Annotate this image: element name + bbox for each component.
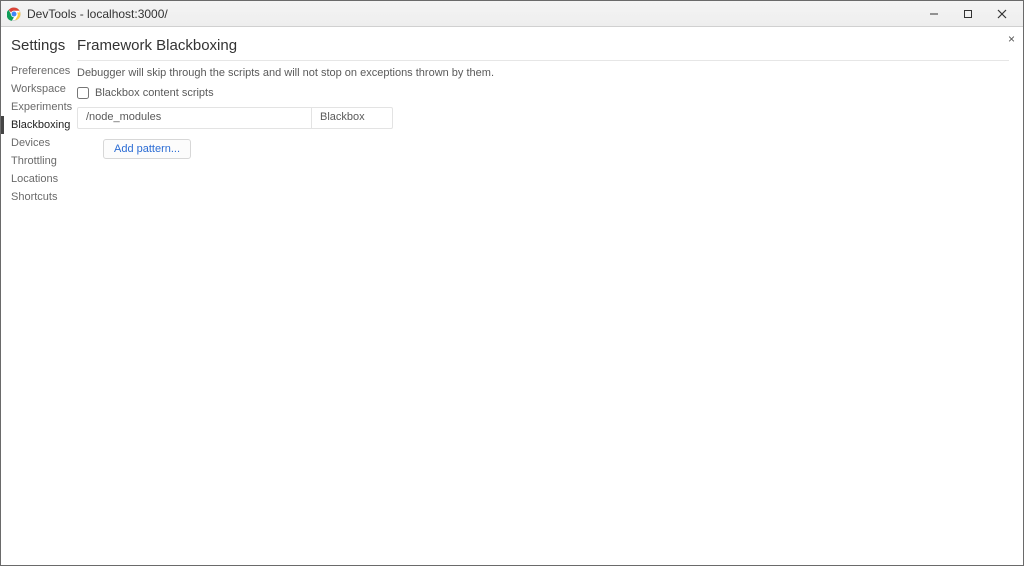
sidebar-item-shortcuts[interactable]: Shortcuts — [11, 188, 61, 206]
blackbox-content-scripts-checkbox[interactable] — [77, 87, 89, 99]
settings-main: Framework Blackboxing Debugger will skip… — [61, 27, 1023, 565]
window-title: DevTools - localhost:3000/ — [27, 7, 168, 21]
settings-panel: × Settings Preferences Workspace Experim… — [1, 27, 1023, 565]
sidebar-item-blackboxing[interactable]: Blackboxing — [11, 116, 61, 134]
settings-header: Settings — [11, 37, 61, 54]
add-pattern-button[interactable]: Add pattern... — [103, 139, 191, 159]
minimize-button[interactable] — [917, 3, 951, 25]
blackbox-content-scripts-row[interactable]: Blackbox content scripts — [77, 87, 1013, 99]
close-window-button[interactable] — [985, 3, 1019, 25]
blackbox-content-scripts-label: Blackbox content scripts — [95, 87, 214, 99]
divider — [77, 60, 1009, 61]
blackbox-pattern-table: /node_modules Blackbox — [77, 107, 393, 129]
sidebar-item-throttling[interactable]: Throttling — [11, 152, 61, 170]
titlebar: DevTools - localhost:3000/ — [1, 1, 1023, 27]
maximize-button[interactable] — [951, 3, 985, 25]
behavior-cell[interactable]: Blackbox — [312, 108, 392, 128]
description-text: Debugger will skip through the scripts a… — [77, 67, 1013, 79]
close-settings-button[interactable]: × — [1008, 33, 1015, 45]
sidebar-item-locations[interactable]: Locations — [11, 170, 61, 188]
pattern-cell[interactable]: /node_modules — [78, 108, 312, 128]
sidebar-item-experiments[interactable]: Experiments — [11, 98, 61, 116]
sidebar-item-workspace[interactable]: Workspace — [11, 80, 61, 98]
page-title: Framework Blackboxing — [77, 37, 1013, 60]
chrome-icon — [7, 7, 21, 21]
sidebar-item-preferences[interactable]: Preferences — [11, 62, 61, 80]
devtools-window: DevTools - localhost:3000/ × Settings Pr… — [0, 0, 1024, 566]
settings-sidebar: Settings Preferences Workspace Experimen… — [1, 27, 61, 565]
sidebar-item-devices[interactable]: Devices — [11, 134, 61, 152]
settings-nav: Preferences Workspace Experiments Blackb… — [11, 62, 61, 206]
